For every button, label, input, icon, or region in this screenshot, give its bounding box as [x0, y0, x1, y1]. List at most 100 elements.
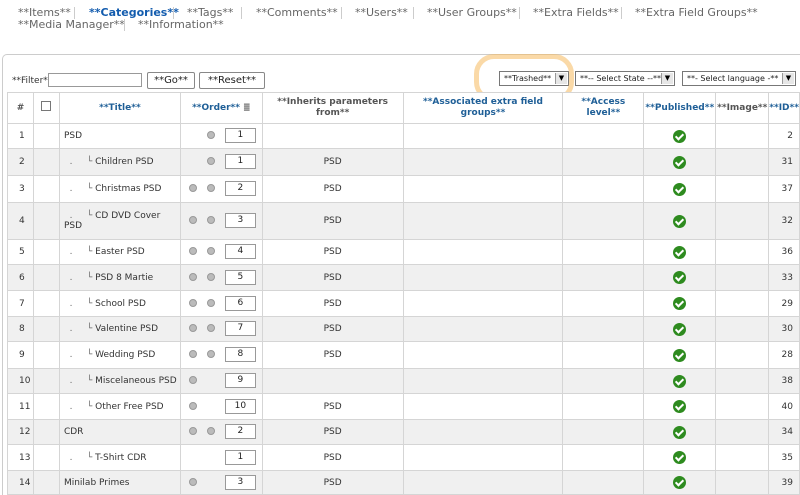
category-title-link[interactable]: Miscelaneous PSD: [95, 376, 177, 386]
category-title-link[interactable]: Wedding PSD: [95, 350, 155, 360]
menu-extra-field-groups[interactable]: **Extra Field Groups**: [635, 6, 758, 19]
table-header-row: # **Title** **Order** ≣ **Inherits parame…: [7, 92, 800, 124]
order-cell: 1: [179, 148, 263, 176]
move-up-icon[interactable]: [188, 376, 197, 384]
category-title-link[interactable]: School PSD: [95, 299, 146, 309]
menu-media-manager[interactable]: **Media Manager**: [18, 18, 125, 31]
published-check-icon[interactable]: [673, 245, 687, 259]
order-input[interactable]: 2: [224, 424, 256, 439]
move-down-icon[interactable]: [206, 216, 215, 224]
select-all-checkbox[interactable]: [41, 101, 52, 111]
published-check-icon[interactable]: [673, 348, 687, 362]
order-input[interactable]: 5: [224, 269, 256, 285]
published-check-icon[interactable]: [673, 297, 687, 310]
published-check-icon[interactable]: [673, 425, 687, 439]
menu-information[interactable]: **Information**: [138, 18, 224, 31]
filter-input[interactable]: [48, 73, 142, 87]
published-check-icon[interactable]: [673, 129, 687, 143]
published-check-icon[interactable]: [673, 214, 687, 228]
category-title-link[interactable]: Other Free PSD: [95, 402, 163, 412]
published-check-icon[interactable]: [673, 374, 687, 388]
published-check-icon[interactable]: [673, 451, 687, 464]
menu-extra-fields[interactable]: **Extra Fields**: [533, 6, 619, 19]
published-check-icon[interactable]: [673, 155, 687, 169]
row-number: 4: [7, 202, 34, 240]
order-input[interactable]: 1: [224, 128, 256, 143]
order-input[interactable]: 6: [224, 295, 256, 311]
category-title-link[interactable]: Minilab Primes: [64, 478, 130, 488]
move-up-icon[interactable]: [188, 324, 197, 332]
move-down-icon[interactable]: [206, 131, 215, 139]
title-cell: . └ Other Free PSD: [58, 393, 181, 420]
menu-user-groups[interactable]: **User Groups**: [427, 6, 517, 19]
published-check-icon[interactable]: [673, 400, 687, 413]
order-input[interactable]: 3: [224, 474, 256, 490]
id-cell: 37: [768, 175, 800, 203]
category-title-link[interactable]: T-Shirt CDR: [95, 453, 146, 463]
row-number: 10: [7, 368, 34, 394]
move-up-icon[interactable]: [188, 216, 197, 224]
table-row: 10 . └ Miscelaneous PSD 9 38: [7, 368, 800, 394]
dropdown-arrow-icon: ▼: [555, 73, 567, 84]
order-input[interactable]: 2: [224, 181, 256, 196]
title-cell: . └ Children PSD: [58, 148, 181, 176]
header-access[interactable]: **Access level**: [562, 92, 645, 124]
header-title[interactable]: **Title**: [58, 92, 181, 124]
move-up-icon[interactable]: [188, 427, 197, 435]
move-up-icon[interactable]: [188, 247, 197, 255]
move-down-icon[interactable]: [206, 184, 215, 192]
move-down-icon[interactable]: [206, 247, 215, 255]
language-select[interactable]: **- Select language -** ▼: [682, 71, 796, 86]
menu-separator: [621, 7, 622, 19]
order-input[interactable]: 1: [224, 449, 256, 465]
move-up-icon[interactable]: [188, 477, 197, 486]
trashed-select[interactable]: **Trashed** ▼: [499, 71, 569, 86]
category-title-link[interactable]: PSD: [64, 131, 82, 141]
move-down-icon[interactable]: [206, 272, 215, 281]
save-order-icon[interactable]: ≣: [243, 103, 251, 114]
category-title-link[interactable]: PSD 8 Martie: [95, 273, 153, 283]
access-cell: [562, 239, 645, 265]
move-down-icon[interactable]: [206, 427, 215, 435]
move-down-icon[interactable]: [206, 298, 215, 307]
order-input[interactable]: 7: [224, 321, 256, 336]
header-extra-groups[interactable]: **Associated extra field groups**: [402, 92, 564, 124]
inherits-cell: [261, 368, 404, 394]
move-down-icon[interactable]: [206, 157, 215, 165]
move-down-icon[interactable]: [206, 350, 215, 358]
move-up-icon[interactable]: [188, 298, 197, 307]
order-input[interactable]: 8: [224, 347, 256, 362]
category-title-link[interactable]: Easter PSD: [95, 247, 145, 257]
move-up-icon[interactable]: [188, 401, 197, 410]
row-number: 14: [7, 470, 34, 495]
move-down-icon[interactable]: [206, 324, 215, 332]
go-button[interactable]: **Go**: [147, 72, 195, 89]
order-input[interactable]: 9: [224, 373, 256, 388]
order-input[interactable]: 10: [224, 398, 256, 414]
category-title-link[interactable]: CDR: [64, 427, 83, 437]
order-input[interactable]: 3: [224, 213, 256, 228]
category-title-link[interactable]: Christmas PSD: [95, 184, 161, 194]
published-check-icon[interactable]: [673, 322, 687, 336]
published-check-icon[interactable]: [673, 271, 687, 284]
title-cell: . └ CD DVD Cover PSD: [58, 202, 181, 240]
menu-comments[interactable]: **Comments**: [256, 6, 338, 19]
published-check-icon[interactable]: [673, 182, 687, 196]
access-cell: [562, 202, 645, 240]
row-checkbox-cell: [32, 123, 60, 149]
inherits-cell: PSD: [261, 470, 404, 495]
reset-button[interactable]: **Reset**: [199, 72, 265, 89]
header-order[interactable]: **Order** ≣: [179, 92, 263, 124]
state-select[interactable]: **-- Select State --** ▼: [575, 71, 675, 86]
move-up-icon[interactable]: [188, 350, 197, 358]
order-input[interactable]: 4: [224, 244, 256, 259]
category-title-link[interactable]: Children PSD: [95, 157, 153, 167]
order-input[interactable]: 1: [224, 154, 256, 169]
menu-users[interactable]: **Users**: [355, 6, 408, 19]
move-up-icon[interactable]: [188, 272, 197, 281]
header-id[interactable]: **ID**: [768, 92, 800, 124]
published-check-icon[interactable]: [673, 476, 687, 489]
header-published[interactable]: **Published**: [643, 92, 717, 124]
move-up-icon[interactable]: [188, 184, 197, 192]
category-title-link[interactable]: Valentine PSD: [95, 324, 158, 334]
